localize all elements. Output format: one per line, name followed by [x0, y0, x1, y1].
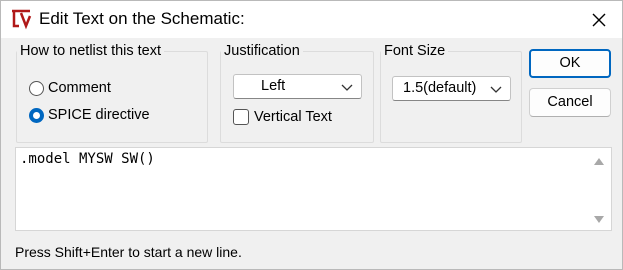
- close-icon: [592, 13, 606, 26]
- netlist-group-label: How to netlist this text: [20, 43, 162, 59]
- ltspice-app-icon: [12, 9, 32, 30]
- radio-spice-directive[interactable]: SPICE directive: [29, 107, 150, 123]
- font-size-select[interactable]: 1.5(default): [392, 76, 511, 101]
- edit-text-dialog: Edit Text on the Schematic: How to netli…: [0, 0, 623, 270]
- title-bar: Edit Text on the Schematic:: [1, 1, 622, 38]
- radio-comment-indicator[interactable]: [29, 80, 44, 96]
- ok-button[interactable]: OK: [529, 49, 611, 78]
- vertical-text-checkbox[interactable]: Vertical Text: [233, 109, 332, 125]
- radio-comment[interactable]: Comment: [29, 80, 111, 96]
- scroll-down-icon[interactable]: [594, 216, 604, 224]
- editor-content[interactable]: .model MYSW SW(): [20, 151, 155, 167]
- font-size-group-label: Font Size: [384, 43, 446, 59]
- radio-spice-directive-label: SPICE directive: [48, 107, 150, 123]
- cancel-button[interactable]: Cancel: [529, 88, 611, 117]
- radio-comment-label: Comment: [48, 80, 111, 96]
- close-button[interactable]: [576, 1, 622, 38]
- scroll-up-icon[interactable]: [594, 157, 604, 165]
- radio-spice-directive-indicator[interactable]: [29, 107, 44, 123]
- chevron-down-icon: [341, 84, 353, 91]
- font-size-value: 1.5(default): [403, 80, 477, 96]
- status-hint: Press Shift+Enter to start a new line.: [15, 244, 242, 260]
- vertical-text-checkbox-box[interactable]: [233, 109, 249, 125]
- justification-group-label: Justification: [224, 43, 300, 59]
- dialog-title: Edit Text on the Schematic:: [39, 9, 245, 28]
- vertical-text-label: Vertical Text: [254, 109, 332, 125]
- justification-select[interactable]: Left: [233, 74, 362, 99]
- justification-value: Left: [261, 78, 286, 94]
- chevron-down-icon: [490, 86, 502, 93]
- text-editor[interactable]: .model MYSW SW(): [15, 147, 612, 231]
